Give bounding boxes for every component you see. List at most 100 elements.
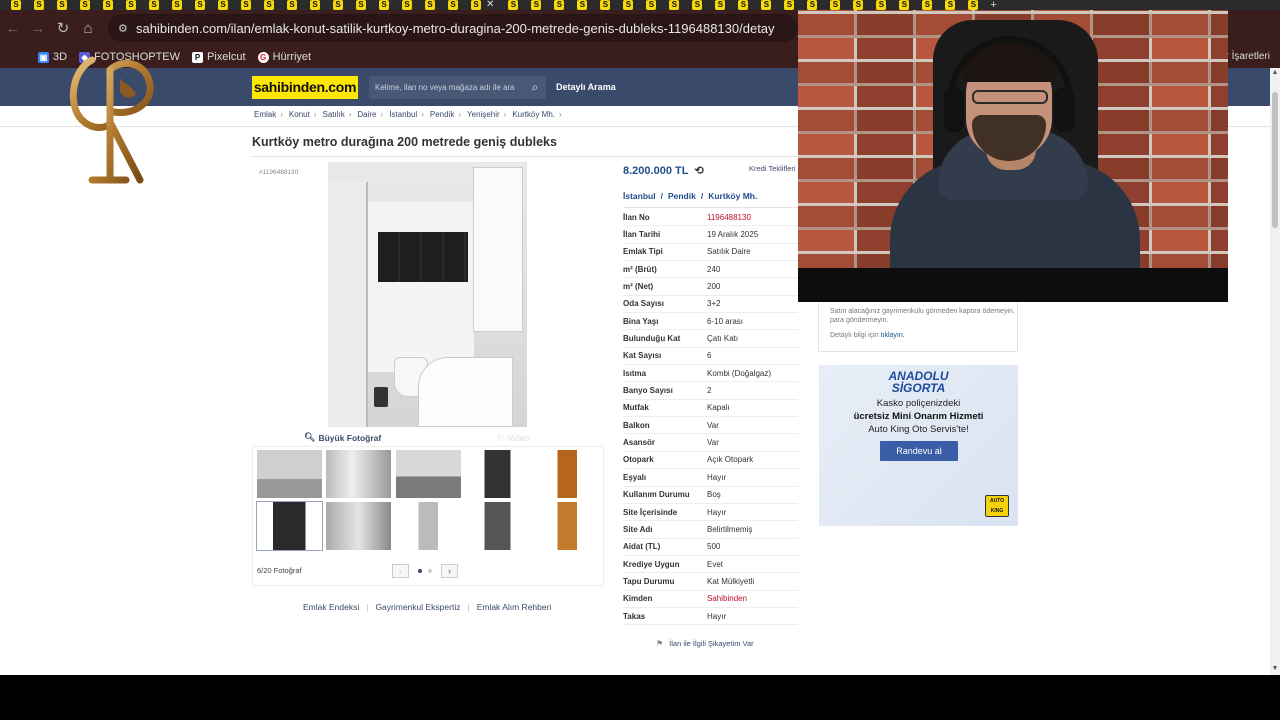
breadcrumb-item[interactable]: Satılık [322,110,344,119]
photo-thumbnail[interactable] [464,449,531,499]
tab-favicon[interactable]: S [554,0,565,10]
next-page-button[interactable]: › [441,564,458,578]
photo-thumbnail[interactable] [325,449,392,499]
advanced-search-link[interactable]: Detaylı Arama [556,82,616,92]
tab-favicon[interactable]: S [310,0,320,10]
location-neighborhood[interactable]: Kurtköy Mh. [708,191,757,201]
breadcrumb-item[interactable]: Konut [289,110,310,119]
tab-favicon[interactable]: S [218,0,228,10]
tab-favicon[interactable]: S [646,0,657,10]
address-bar[interactable]: ⚙ sahibinden.com/ilan/emlak-konut-satili… [108,14,798,42]
tab-favicon[interactable]: S [738,0,749,10]
tab-favicon[interactable]: S [807,0,818,10]
home-icon[interactable]: ⌂ [76,16,100,40]
reload-icon[interactable]: ↻ [51,16,75,40]
magnifier-icon: 🔍︎ [304,432,316,442]
tab-favicon[interactable]: S [264,0,274,10]
tab-favicon[interactable]: S [126,0,136,10]
close-tab-icon[interactable]: ✕ [486,0,494,10]
big-photo-button[interactable]: 🔍︎ Büyük Fotoğraf [304,432,381,443]
tab-favicon[interactable]: S [968,0,979,10]
photo-thumbnail[interactable] [464,501,531,551]
tab-favicon[interactable]: S [600,0,611,10]
bookmark-pixelcut[interactable]: P Pixelcut [192,51,246,63]
breadcrumb-item[interactable]: Pendik [430,110,454,119]
tab-favicon[interactable]: S [945,0,956,10]
page-scrollbar[interactable]: ▲ ▼ [1270,68,1280,675]
safety-more-link[interactable]: tıklayın. [881,332,905,339]
tab-favicon[interactable]: S [80,0,90,10]
tab-favicon[interactable]: S [379,0,389,10]
tab-favicon[interactable]: S [531,0,542,10]
main-photo[interactable] [328,162,527,427]
photo-thumbnail[interactable] [534,449,601,499]
photo-thumbnail[interactable] [395,449,462,499]
tab-favicon[interactable]: S [784,0,795,10]
photo-thumbnail[interactable] [256,449,323,499]
link-emlak-endeksi[interactable]: Emlak Endeksi [303,602,359,612]
tab-favicon[interactable]: S [471,0,481,10]
ad-banner[interactable]: ANADOLU SİGORTA Kasko poliçenizdeki ücre… [819,365,1018,526]
tab-favicon[interactable]: S [922,0,933,10]
link-gayrimenkul-ekspertiz[interactable]: Gayrimenkul Ekspertiz [375,602,460,612]
prev-page-button[interactable]: ‹ [392,564,409,578]
site-logo[interactable]: sahibinden.com [252,76,358,99]
tab-favicon[interactable]: S [34,0,44,10]
breadcrumb-item[interactable]: Yenişehir [467,110,500,119]
breadcrumb-item[interactable]: İstanbul [389,110,417,119]
tab-favicon[interactable]: S [195,0,205,10]
tab-favicon[interactable]: S [448,0,458,10]
credit-offers-link[interactable]: Kredi Teklifleri [749,164,796,173]
forward-icon[interactable]: → [26,16,50,40]
tab-favicon[interactable]: S [715,0,726,10]
tab-favicon[interactable]: S [356,0,366,10]
tab-favicon[interactable]: S [761,0,772,10]
tab-favicon[interactable]: S [172,0,182,10]
photo-thumbnail[interactable] [395,501,462,551]
back-icon[interactable]: ← [1,16,25,40]
tab-favicon[interactable]: S [876,0,887,10]
search-input[interactable]: Kelime, ilan no veya mağaza adı ile ara … [369,76,546,99]
tab-favicon[interactable]: S [692,0,703,10]
link-emlak-alim-rehberi[interactable]: Emlak Alım Rehberi [477,602,552,612]
tab-favicon[interactable]: S [11,0,21,10]
breadcrumb-item[interactable]: Emlak [254,110,276,119]
tab-favicon[interactable]: S [508,0,519,10]
tab-favicon[interactable]: S [899,0,910,10]
breadcrumb-item[interactable]: Daire [357,110,376,119]
tab-favicon[interactable]: S [425,0,435,10]
tab-favicon[interactable]: S [241,0,251,10]
ad-appointment-button[interactable]: Randevu al [880,441,958,461]
tab-favicon[interactable]: S [287,0,297,10]
location-district[interactable]: Pendik [668,191,696,201]
property-value[interactable]: Sahibinden [707,594,747,603]
new-tab-icon[interactable]: + [990,0,996,10]
location-city[interactable]: İstanbul [623,191,656,201]
scroll-up-icon[interactable]: ▲ [1271,69,1279,77]
photo-thumbnail[interactable] [534,501,601,551]
page-dot[interactable] [428,569,432,573]
tab-favicon[interactable]: S [830,0,841,10]
search-icon[interactable]: ⌕ [524,80,546,95]
tab-favicon[interactable]: S [333,0,343,10]
tab-favicon[interactable]: S [149,0,159,10]
page-dot[interactable] [418,569,422,573]
tab-favicon[interactable]: S [57,0,67,10]
tab-favicon[interactable]: S [669,0,680,10]
tab-favicon[interactable]: S [623,0,634,10]
photo-thumbnail[interactable] [325,501,392,551]
scroll-down-icon[interactable]: ▼ [1271,665,1279,673]
photo-tools: 🔍︎ Büyük Fotoğraf ▷ Video [252,428,604,447]
video-button[interactable]: ▷ Video [498,432,529,443]
tab-favicon[interactable]: S [577,0,588,10]
breadcrumb-item[interactable]: Kurtköy Mh. [512,110,555,119]
tab-favicon[interactable]: S [853,0,864,10]
bookmark-hurriyet[interactable]: G Hürriyet [257,51,311,63]
site-info-icon[interactable]: ⚙ [118,22,132,35]
tab-favicon[interactable]: S [402,0,412,10]
scroll-thumb[interactable] [1272,92,1278,228]
price-history-icon[interactable]: ⟲ [694,164,703,177]
photo-thumbnail[interactable] [256,501,323,551]
complaint-link[interactable]: ⚑ İlan ile İlgili Şikayetim Var [656,639,754,648]
tab-favicon[interactable]: S [103,0,113,10]
